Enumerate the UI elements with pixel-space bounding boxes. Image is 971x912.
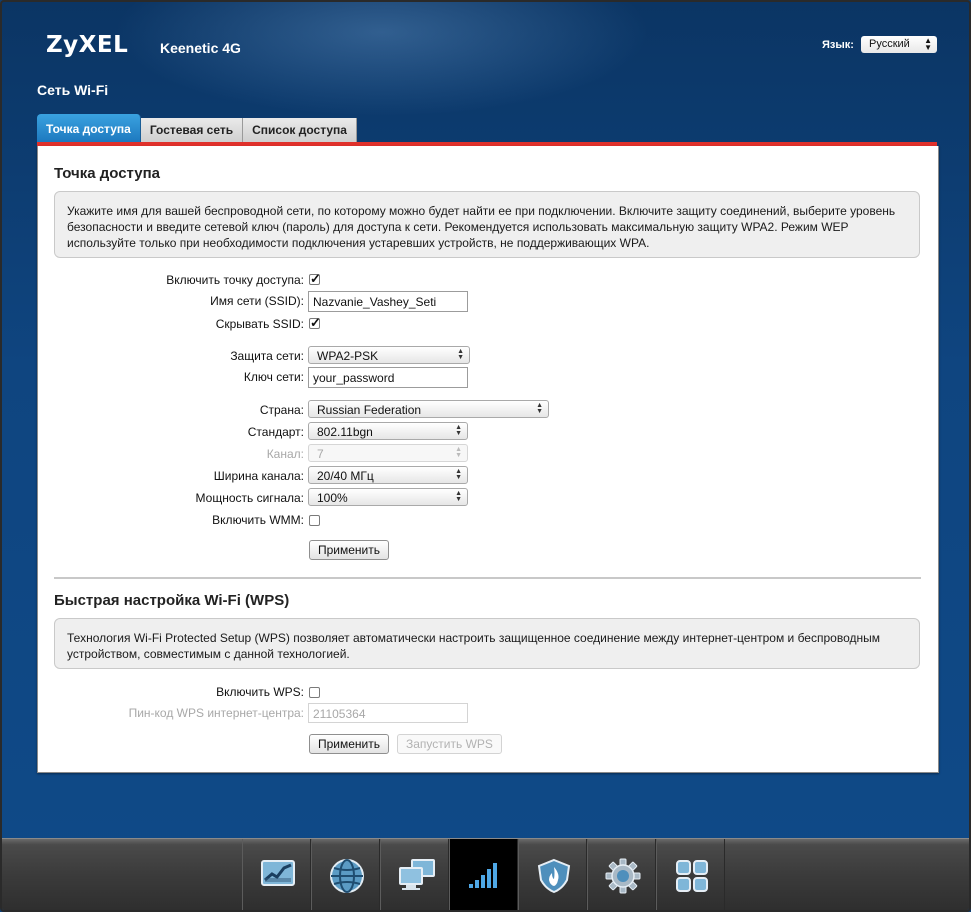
security-label: Защита сети: — [230, 349, 304, 363]
dock-home-network[interactable] — [380, 839, 449, 910]
key-row: Ключ сети: your_password — [38, 367, 938, 388]
country-value: Russian Federation — [317, 403, 422, 417]
enable-wps-row: Включить WPS: — [38, 682, 938, 702]
wps-pin-row: Пин-код WPS интернет-центра: 21105364 — [38, 703, 938, 723]
dock-security[interactable] — [518, 839, 587, 910]
wmm-checkbox[interactable] — [309, 515, 320, 526]
wmm-label: Включить WMM: — [212, 513, 304, 527]
dock-system[interactable] — [587, 839, 656, 910]
globe-icon — [330, 859, 364, 893]
dock-monitor[interactable] — [242, 839, 311, 910]
signal-power-row: Мощность сигнала: 100% ▲ ▼ — [38, 488, 938, 508]
tab-access-point[interactable]: Точка доступа — [37, 114, 141, 142]
dock-wifi[interactable] — [449, 839, 518, 910]
checkmark-icon: ✓ — [310, 315, 321, 330]
wps-apply-button[interactable]: Применить — [309, 734, 390, 754]
apps-grid-icon — [676, 860, 708, 892]
wps-info-box: Технология Wi-Fi Protected Setup (WPS) п… — [54, 618, 920, 669]
standard-select[interactable]: 802.11bgn ▲ ▼ — [308, 422, 468, 440]
select-arrows-icon: ▲ ▼ — [455, 490, 462, 503]
access-point-section-title: Точка доступа — [54, 165, 161, 182]
channel-label: Канал: — [266, 447, 304, 461]
wps-section-title: Быстрая настройка Wi-Fi (WPS) — [54, 592, 290, 609]
hide-ssid-row: Скрывать SSID: ✓ — [38, 314, 938, 334]
shield-flame-icon — [537, 858, 571, 894]
ssid-row: Имя сети (SSID): Nazvanie_Vashey_Seti — [38, 291, 938, 312]
tab-guest-network[interactable]: Гостевая сеть — [140, 118, 244, 142]
hide-ssid-checkbox[interactable]: ✓ — [309, 315, 321, 330]
ssid-input[interactable]: Nazvanie_Vashey_Seti — [308, 291, 468, 312]
enable-ap-row: Включить точку доступа: ✓ — [38, 270, 938, 290]
enable-wps-checkbox[interactable] — [309, 687, 320, 698]
language-value: Русский — [869, 38, 910, 50]
channel-width-value: 20/40 МГц — [317, 469, 374, 483]
tab-access-list[interactable]: Список доступа — [243, 118, 357, 142]
channel-row: Канал: 7 ▲ ▼ — [38, 444, 938, 464]
monitor-chart-icon — [261, 860, 295, 886]
standard-row: Стандарт: 802.11bgn ▲ ▼ — [38, 422, 938, 442]
apply-button[interactable]: Применить — [309, 540, 390, 560]
network-key-input[interactable]: your_password — [308, 367, 468, 388]
select-arrows-icon: ▲ ▼ — [455, 424, 462, 437]
section-divider — [54, 577, 921, 579]
security-row: Защита сети: WPA2-PSK ▲ ▼ — [38, 346, 938, 366]
bottom-dock — [2, 838, 969, 910]
select-arrows-icon: ▲ ▼ — [457, 348, 464, 361]
wmm-row: Включить WMM: — [38, 510, 938, 530]
device-model: Keenetic 4G — [160, 40, 241, 56]
dock-internet[interactable] — [311, 839, 380, 910]
wps-pin-input[interactable]: 21105364 — [308, 703, 468, 723]
select-arrows-icon: ▲ ▼ — [455, 446, 462, 459]
signal-power-value: 100% — [317, 491, 348, 505]
channel-value: 7 — [317, 447, 324, 461]
ssid-label: Имя сети (SSID): — [210, 294, 304, 308]
channel-width-label: Ширина канала: — [213, 469, 304, 483]
network-computers-icon — [399, 859, 435, 890]
router-admin-window: ZyXEL Keenetic 4G Язык: Русский ▲ ▼ Сеть … — [0, 0, 971, 912]
start-wps-button[interactable]: Запустить WPS — [397, 734, 502, 754]
security-value: WPA2-PSK — [317, 349, 379, 363]
select-arrows-icon: ▲ ▼ — [924, 36, 932, 52]
channel-width-row: Ширина канала: 20/40 МГц ▲ ▼ — [38, 466, 938, 486]
access-point-info-box: Укажите имя для вашей беспроводной сети,… — [54, 191, 920, 258]
enable-wps-label: Включить WPS: — [216, 685, 304, 699]
select-arrows-icon: ▲ ▼ — [455, 468, 462, 481]
dock-apps[interactable] — [656, 839, 725, 910]
checkmark-icon: ✓ — [310, 271, 321, 286]
wifi-signal-bars-icon — [469, 863, 497, 888]
enable-ap-label: Включить точку доступа: — [166, 273, 304, 287]
settings-panel: Точка доступа Укажите имя для вашей бесп… — [37, 146, 939, 773]
tab-bar: Точка доступа Гостевая сеть Список досту… — [37, 114, 357, 142]
dock-items — [242, 839, 725, 910]
standard-label: Стандарт: — [247, 425, 304, 439]
country-label: Страна: — [259, 403, 304, 417]
gear-icon — [605, 858, 641, 894]
language-label: Язык: — [822, 39, 854, 51]
security-select[interactable]: WPA2-PSK ▲ ▼ — [308, 346, 470, 364]
channel-width-select[interactable]: 20/40 МГц ▲ ▼ — [308, 466, 468, 484]
signal-power-select[interactable]: 100% ▲ ▼ — [308, 488, 468, 506]
key-label: Ключ сети: — [243, 370, 304, 384]
country-select[interactable]: Russian Federation ▲ ▼ — [308, 400, 549, 418]
page-title: Сеть Wi-Fi — [37, 82, 109, 98]
hide-ssid-label: Скрывать SSID: — [215, 317, 304, 331]
signal-power-label: Мощность сигнала: — [195, 491, 304, 505]
standard-value: 802.11bgn — [317, 425, 373, 439]
enable-ap-checkbox[interactable]: ✓ — [309, 271, 321, 286]
country-row: Страна: Russian Federation ▲ ▼ — [38, 400, 938, 420]
select-arrows-icon: ▲ ▼ — [536, 402, 543, 415]
zyxel-logo: ZyXEL — [46, 32, 129, 58]
language-select[interactable]: Русский ▲ ▼ — [861, 36, 937, 53]
channel-select[interactable]: 7 ▲ ▼ — [308, 444, 468, 462]
wps-pin-label: Пин-код WPS интернет-центра: — [128, 706, 304, 720]
